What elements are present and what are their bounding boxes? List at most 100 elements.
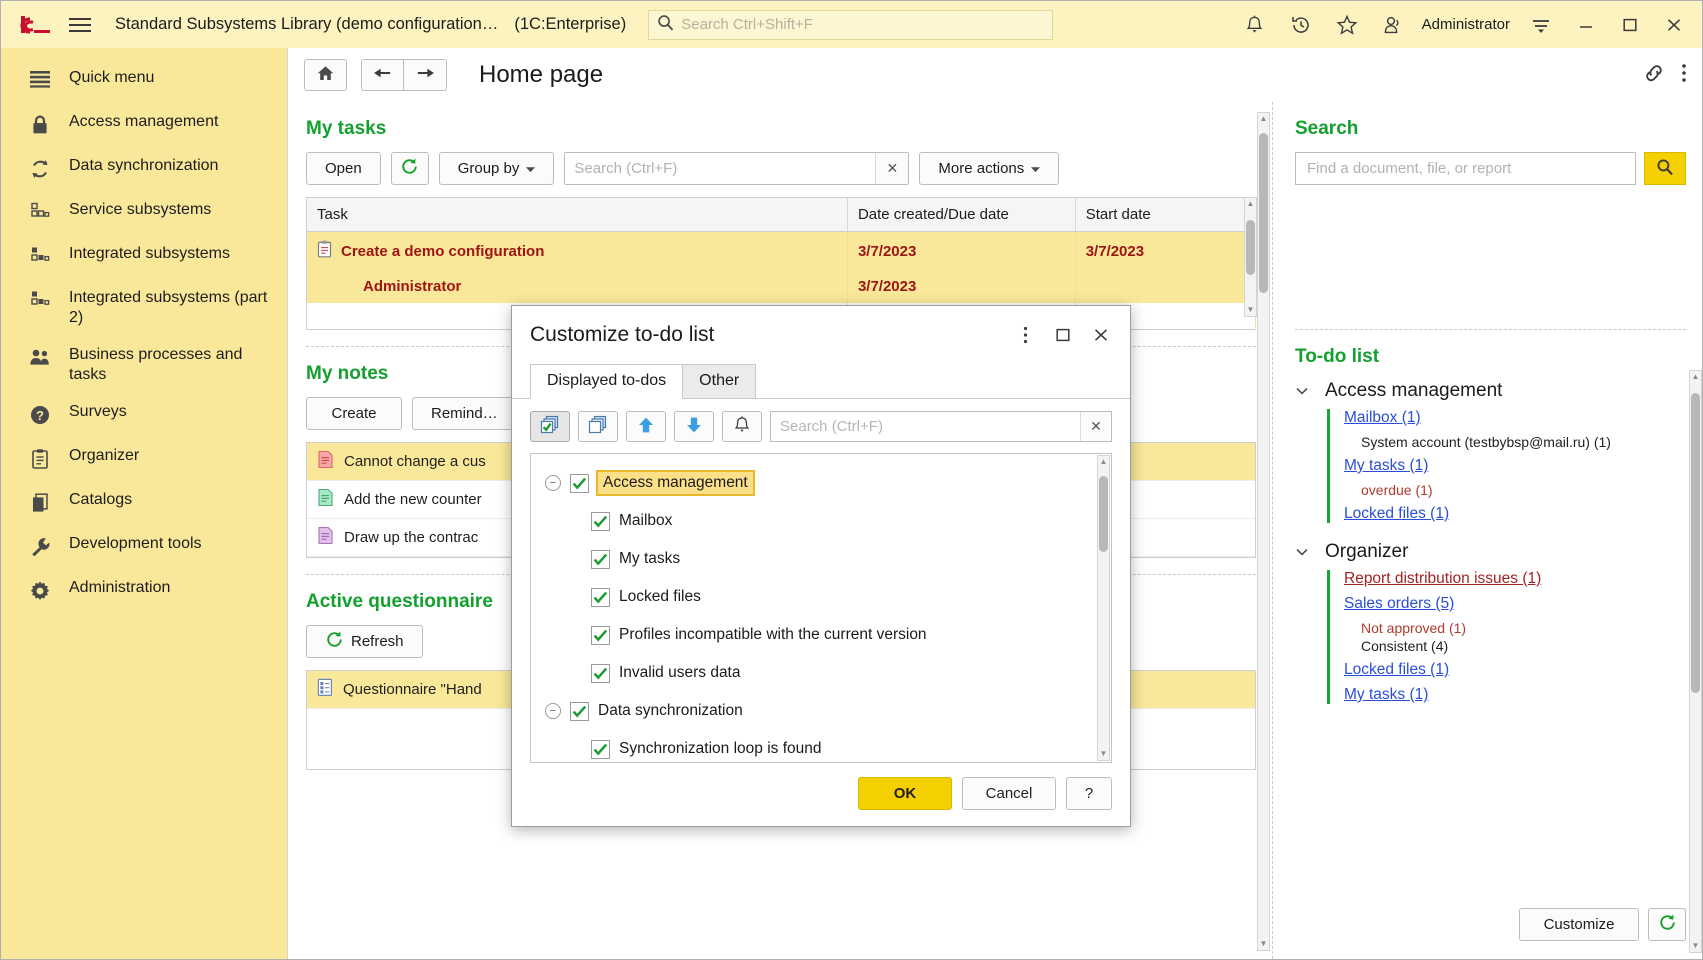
chevron-down-icon[interactable]	[1295, 383, 1309, 399]
minimize-icon[interactable]	[1564, 8, 1608, 42]
todo-refresh-button[interactable]	[1648, 908, 1686, 941]
column-header-start-date[interactable]: Start date	[1075, 197, 1257, 232]
sidebar-item-access-management[interactable]: Access management	[1, 104, 287, 148]
help-button[interactable]: ?	[1066, 777, 1112, 810]
todo-link-sales-orders[interactable]: Sales orders (5)	[1344, 595, 1686, 613]
dialog-search[interactable]: ✕	[770, 411, 1112, 442]
todo-link-locked-files[interactable]: Locked files (1)	[1344, 505, 1686, 523]
sidebar-item-organizer[interactable]: Organizer	[1, 438, 287, 482]
column-header-task[interactable]: Task	[306, 197, 848, 232]
cancel-button[interactable]: Cancel	[962, 777, 1056, 810]
scroll-up-arrow[interactable]: ▲	[1692, 371, 1700, 383]
tree-node-profiles-incompatible[interactable]: Profiles incompatible with the current v…	[531, 616, 1111, 654]
scroll-up-arrow[interactable]: ▲	[1260, 113, 1268, 125]
tab-other[interactable]: Other	[682, 364, 757, 398]
global-search-box[interactable]: Search Ctrl+Shift+F	[648, 9, 1054, 40]
scroll-up-arrow[interactable]: ▲	[1100, 456, 1108, 468]
scroll-thumb[interactable]	[1099, 476, 1108, 552]
clear-x-icon[interactable]: ✕	[875, 153, 909, 184]
sidebar-item-catalogs[interactable]: Catalogs	[1, 482, 287, 526]
search-input[interactable]	[565, 153, 876, 184]
remind-button[interactable]: Remind…	[412, 396, 517, 430]
sidebar-item-quick-menu[interactable]: Quick menu	[1, 60, 287, 104]
collapse-icon[interactable]: −	[545, 703, 561, 719]
todo-link-mailbox[interactable]: Mailbox (1)	[1344, 409, 1686, 427]
history-icon[interactable]	[1278, 8, 1324, 42]
move-down-button[interactable]	[674, 411, 714, 442]
tree-checkbox[interactable]	[591, 549, 610, 569]
scroll-thumb[interactable]	[1691, 393, 1700, 693]
ok-button[interactable]: OK	[858, 777, 952, 810]
tree-scrollbar[interactable]: ▲ ▼	[1097, 455, 1110, 761]
todo-group-organizer[interactable]: Organizer	[1295, 541, 1686, 563]
clear-x-icon[interactable]: ✕	[1080, 412, 1111, 441]
home-button[interactable]	[304, 59, 347, 91]
dialog-search-input[interactable]	[771, 412, 1080, 441]
sidebar-item-business-processes-and-tasks[interactable]: Business processes and tasks	[1, 337, 287, 394]
tree-checkbox[interactable]	[591, 739, 610, 759]
tree-node-invalid-users-data[interactable]: Invalid users data	[531, 654, 1111, 692]
tree-node-access-management[interactable]: − Access management	[531, 464, 1111, 502]
back-button[interactable]	[361, 59, 404, 91]
forward-button[interactable]	[404, 59, 447, 91]
maximize-icon[interactable]	[1046, 320, 1080, 350]
chevron-down-icon[interactable]	[1295, 544, 1309, 560]
my-tasks-scrollbar[interactable]: ▲ ▼	[1244, 197, 1257, 317]
tree-checkbox[interactable]	[570, 473, 589, 493]
sidebar-item-service-subsystems[interactable]: Service subsystems	[1, 192, 287, 236]
user-name-label[interactable]: Administrator	[1422, 16, 1510, 33]
customize-button[interactable]: Customize	[1519, 908, 1639, 941]
star-icon[interactable]	[1324, 8, 1370, 42]
my-tasks-refresh-button[interactable]	[390, 152, 429, 185]
stack-button[interactable]	[578, 411, 618, 442]
todo-link-my-tasks[interactable]: My tasks (1)	[1344, 457, 1686, 475]
hamburger-menu-icon[interactable]	[59, 11, 101, 39]
tree-checkbox[interactable]	[591, 663, 610, 683]
todo-group-access-management[interactable]: Access management	[1295, 380, 1686, 402]
left-column-scrollbar[interactable]: ▲ ▼	[1257, 112, 1270, 951]
find-document-input[interactable]	[1305, 159, 1626, 178]
bell-icon[interactable]	[1232, 8, 1278, 42]
tab-displayed-todos[interactable]: Displayed to-dos	[530, 364, 684, 399]
kebab-menu-icon[interactable]	[1680, 62, 1688, 88]
table-row[interactable]: Administrator 3/7/2023	[306, 270, 1257, 303]
sidebar-item-development-tools[interactable]: Development tools	[1, 526, 287, 570]
todo-link-locked-files[interactable]: Locked files (1)	[1344, 661, 1686, 679]
sidebar-item-integrated-subsystems-part-2[interactable]: Integrated subsystems (part 2)	[1, 280, 287, 337]
close-icon[interactable]	[1084, 320, 1118, 350]
scroll-down-arrow[interactable]: ▼	[1247, 304, 1255, 316]
scroll-down-arrow[interactable]: ▼	[1692, 940, 1700, 952]
column-header-date-created[interactable]: Date created/Due date	[847, 197, 1076, 232]
maximize-icon[interactable]	[1608, 8, 1652, 42]
tree-node-data-synchronization[interactable]: − Data synchronization	[531, 692, 1111, 730]
tree-checkbox[interactable]	[591, 511, 610, 531]
table-row[interactable]: Create a demo configuration 3/7/2023 3/7…	[306, 231, 1257, 270]
tree-node-mailbox[interactable]: Mailbox	[531, 502, 1111, 540]
collapse-icon[interactable]: −	[545, 475, 561, 491]
more-actions-button[interactable]: More actions	[919, 152, 1060, 185]
tree-checkbox[interactable]	[570, 701, 589, 721]
questionnaires-refresh-button[interactable]: Refresh	[306, 624, 423, 658]
options-menu-icon[interactable]	[1518, 8, 1564, 42]
tree-node-synchronization-loop[interactable]: Synchronization loop is found	[531, 730, 1111, 762]
link-icon[interactable]	[1642, 62, 1666, 88]
create-note-button[interactable]: Create	[306, 396, 402, 430]
tree-checkbox[interactable]	[591, 587, 610, 607]
tree-checkbox[interactable]	[591, 625, 610, 645]
sidebar-item-surveys[interactable]: ? Surveys	[1, 394, 287, 438]
sidebar-item-integrated-subsystems[interactable]: Integrated subsystems	[1, 236, 287, 280]
todo-link-my-tasks[interactable]: My tasks (1)	[1344, 686, 1686, 704]
open-button[interactable]: Open	[306, 152, 381, 185]
tree-node-locked-files[interactable]: Locked files	[531, 578, 1111, 616]
scroll-thumb[interactable]	[1246, 220, 1255, 275]
right-column-scrollbar[interactable]: ▲ ▼	[1689, 370, 1702, 953]
scroll-thumb[interactable]	[1259, 133, 1268, 293]
scroll-down-arrow[interactable]: ▼	[1100, 748, 1108, 760]
run-search-button[interactable]	[1644, 152, 1686, 185]
kebab-menu-icon[interactable]	[1008, 320, 1042, 350]
close-icon[interactable]	[1652, 8, 1696, 42]
find-document-input-wrap[interactable]	[1295, 152, 1636, 185]
sidebar-item-administration[interactable]: Administration	[1, 570, 287, 614]
tree-node-my-tasks[interactable]: My tasks	[531, 540, 1111, 578]
my-tasks-search[interactable]: ✕	[564, 152, 910, 185]
